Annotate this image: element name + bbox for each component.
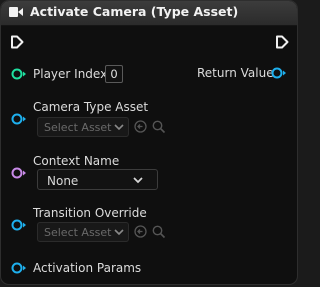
exec-in-pin-icon[interactable] [10,35,24,49]
camera-type-asset-dropdown-value: Select Asset [44,121,112,134]
transition-override-dropdown-value: Select Asset [44,226,112,239]
transition-override-pin-icon[interactable] [11,219,27,231]
activation-params-pin-icon[interactable] [11,262,27,274]
transition-override-dropdown[interactable]: Select Asset [37,222,129,242]
blueprint-node[interactable]: Activate Camera (Type Asset) Player Inde… [0,0,298,285]
transition-override-label: Transition Override [33,206,147,220]
use-selected-asset-icon[interactable] [134,120,147,133]
player-index-input[interactable]: 0 [105,65,123,83]
use-selected-asset-icon[interactable] [134,225,147,238]
player-index-label: Player Index [33,67,108,81]
context-name-pin-icon[interactable] [11,167,27,179]
browse-asset-search-icon[interactable] [152,225,166,239]
return-value-label: Return Value [197,66,274,80]
chevron-down-icon [114,229,124,236]
chevron-down-icon [133,177,143,184]
node-title: Activate Camera (Type Asset) [30,4,239,19]
context-name-label: Context Name [33,154,120,168]
context-name-dropdown-value: None [47,174,79,188]
browse-asset-search-icon[interactable] [152,120,166,134]
camera-play-icon [9,7,23,17]
chevron-down-icon [114,124,124,131]
player-index-pin-icon[interactable] [11,68,27,80]
camera-type-asset-dropdown[interactable]: Select Asset [37,117,129,137]
return-value-pin-icon[interactable] [271,67,287,79]
camera-type-asset-label: Camera Type Asset [33,100,149,114]
activation-params-label: Activation Params [33,261,142,275]
context-name-dropdown[interactable]: None [37,169,158,190]
node-header[interactable]: Activate Camera (Type Asset) [1,1,297,26]
exec-out-pin-icon[interactable] [275,35,289,49]
camera-type-asset-pin-icon[interactable] [11,113,27,125]
